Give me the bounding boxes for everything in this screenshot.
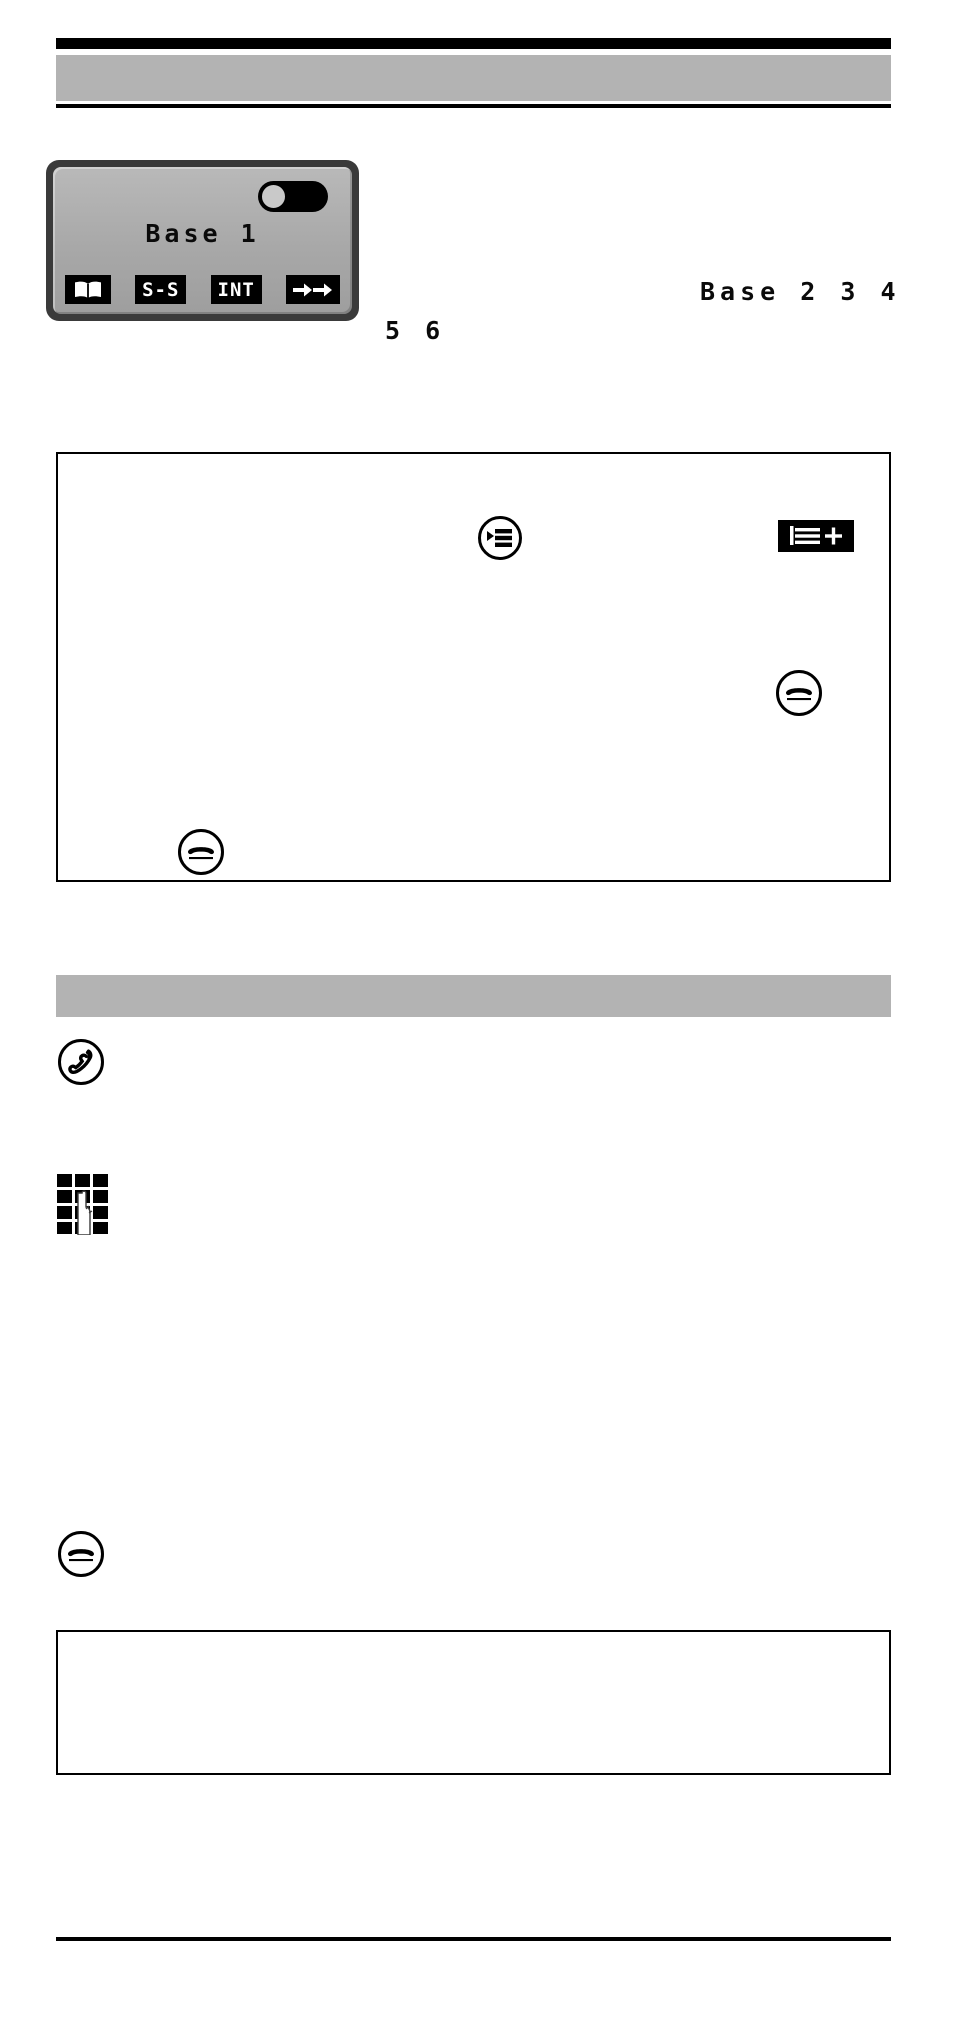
softkey-s-s-label: S-S [142, 278, 180, 301]
end-call-key-section2[interactable] [58, 1531, 104, 1577]
softkey-int[interactable]: INT [210, 275, 262, 304]
softkey-int-label: INT [217, 278, 255, 301]
procedure-box-2 [56, 1630, 891, 1775]
procedure-box-1 [56, 452, 891, 882]
lcd-label-bases-lower: 5 6 [385, 316, 446, 345]
lcd-label-bases-upper: Base 2 3 4 [700, 277, 901, 306]
lcd-screen: Base 1 S-S INT [53, 167, 352, 314]
lcd-base-title: Base 1 [145, 219, 260, 248]
end-call-icon [186, 844, 216, 861]
softkey-s-s[interactable]: S-S [135, 275, 187, 304]
end-call-key-right[interactable] [776, 670, 822, 716]
header-rule-bottom [56, 104, 891, 108]
softkey-phonebook[interactable] [65, 275, 111, 304]
header-rule-top [56, 38, 891, 49]
end-call-icon [784, 685, 814, 702]
softkey-next[interactable] [285, 275, 340, 304]
lcd-display-frame: Base 1 S-S INT [46, 160, 359, 321]
lcd-softkey-bar: S-S INT [65, 275, 340, 304]
open-book-icon [73, 280, 103, 299]
end-call-key-left[interactable] [178, 829, 224, 875]
section-title-band [56, 975, 891, 1017]
double-right-arrow-icon [292, 281, 333, 299]
end-call-icon [66, 1546, 96, 1563]
header-title-band [56, 55, 891, 101]
signal-strength-icon [258, 181, 328, 212]
add-list-badge[interactable] [778, 520, 854, 552]
list-add-icon [788, 525, 844, 547]
talk-key-button[interactable] [58, 1039, 104, 1085]
menu-circle-icon [487, 528, 513, 548]
talk-handset-icon [68, 1049, 94, 1075]
keypad-press-icon [56, 1173, 112, 1236]
menu-key-button[interactable] [478, 516, 522, 560]
footer-rule [56, 1937, 891, 1941]
